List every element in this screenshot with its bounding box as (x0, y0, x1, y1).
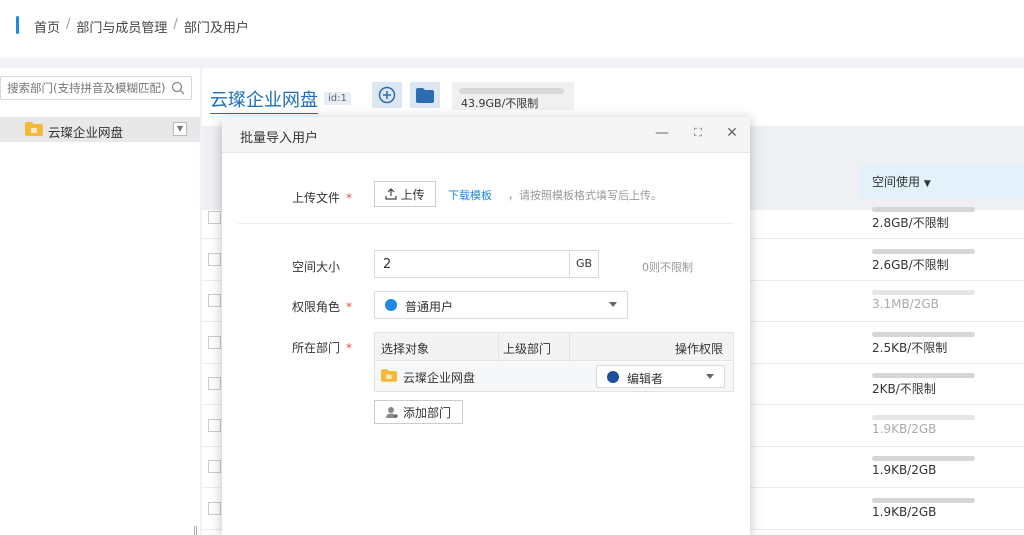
plus-circle-icon (378, 86, 396, 104)
column-header-space-usage[interactable]: 空间使用 ▼ (860, 164, 1024, 198)
row-checkbox[interactable] (208, 335, 221, 349)
usage-text: 3.1MB/2GB (872, 297, 939, 311)
breadcrumb-current: 部门及用户 (183, 21, 249, 36)
department-search[interactable] (0, 76, 192, 100)
row-checkbox[interactable] (208, 211, 221, 224)
close-icon[interactable]: ✕ (722, 123, 742, 143)
sort-caret-icon: ▼ (923, 179, 931, 189)
upload-icon (385, 188, 398, 200)
breadcrumb-separator: / (66, 17, 71, 32)
role-select-value: 普通用户 (405, 300, 454, 314)
upload-button-label: 上传 (400, 187, 425, 202)
usage-bar (872, 414, 975, 420)
usage-text: 1.9KB/2GB (872, 504, 937, 519)
folder-button[interactable] (410, 82, 440, 108)
usage-text: 2.8GB/不限制 (872, 216, 949, 230)
maximize-icon[interactable]: ⛶ (688, 123, 708, 143)
add-button[interactable] (372, 82, 402, 108)
page-title: 云璨企业网盘 (210, 86, 318, 114)
batch-import-dialog: 批量导入用户 — ⛶ ✕ 上传文件 * 上传 下载模板 ，请按照模板格式填写后上传… (222, 117, 750, 535)
form-divider (238, 223, 734, 224)
permission-select[interactable]: 编辑者 (596, 365, 725, 388)
usage-bar (872, 497, 975, 503)
usage-text: 1.9KB/2GB (872, 421, 937, 436)
usage-bar (872, 248, 975, 254)
col-permission: 操作权限 (675, 342, 724, 356)
breadcrumb-separator: / (173, 17, 178, 32)
row-checkbox[interactable] (208, 294, 221, 307)
usage-bar (872, 290, 975, 295)
space-size-input[interactable]: 2 GB (374, 250, 599, 278)
role-label: 权限角色 * (292, 300, 353, 314)
department-table-header: 选择对象 上级部门 操作权限 (375, 333, 733, 361)
department-search-input[interactable] (1, 77, 169, 99)
breadcrumb-bar: 首页 / 部门与成员管理 / 部门及用户 (0, 0, 1024, 58)
space-size-label: 空间大小 (292, 260, 341, 274)
usage-text: 1.9KB/2GB (872, 463, 937, 477)
breadcrumb-dept-management[interactable]: 部门与成员管理 (76, 17, 167, 36)
panel-resize-handle[interactable] (194, 526, 197, 535)
department-label: 所在部门 * (292, 341, 353, 355)
breadcrumb-marker (16, 16, 19, 34)
col-parent-dept: 上级部门 (503, 342, 552, 356)
dialog-title: 批量导入用户 (240, 131, 319, 146)
usage-bar (872, 207, 975, 212)
folder-icon (381, 369, 397, 382)
role-select[interactable]: 普通用户 (374, 291, 628, 319)
usage-bar (872, 373, 975, 378)
tree-item-root[interactable]: 云璨企业网盘 ▼ (0, 117, 200, 142)
breadcrumb: 首页 / 部门与成员管理 / 部门及用户 (34, 17, 249, 36)
department-tree-panel: 云璨企业网盘 ▼ (0, 68, 200, 535)
upload-label: 上传文件 * (292, 191, 353, 205)
folder-icon (25, 122, 43, 136)
download-template-link[interactable]: 下载模板 (448, 187, 492, 203)
department-table-row: 云璨企业网盘 编辑者 (375, 362, 733, 391)
chevron-down-icon (609, 302, 617, 307)
breadcrumb-home[interactable]: 首页 (34, 17, 60, 36)
column-header-label: 空间使用 (872, 175, 921, 189)
space-size-unit: GB (569, 251, 598, 277)
permission-dot-icon (607, 371, 619, 383)
usage-text: 2.6GB/不限制 (872, 257, 949, 272)
dialog-header: 批量导入用户 — ⛶ ✕ (222, 117, 750, 153)
department-table: 选择对象 上级部门 操作权限 云璨企业网盘 编辑者 (374, 332, 734, 392)
quota-text: 43.9GB/不限制 (461, 97, 539, 110)
role-dot-icon (385, 299, 397, 311)
row-checkbox[interactable] (208, 377, 221, 390)
download-hint: ，请按照模板格式填写后上传。 (508, 189, 662, 202)
add-department-button[interactable]: 添加部门 (374, 400, 463, 424)
space-size-value: 2 (383, 257, 392, 272)
search-icon[interactable] (171, 81, 185, 95)
permission-select-value: 编辑者 (627, 372, 664, 386)
row-checkbox[interactable] (208, 460, 221, 473)
add-department-label: 添加部门 (402, 405, 451, 420)
quota-bar (459, 88, 564, 94)
folder-icon (416, 87, 434, 103)
department-name: 云璨企业网盘 (403, 371, 476, 385)
usage-bar (872, 331, 975, 337)
upload-button[interactable]: 上传 (374, 181, 436, 207)
tree-dropdown-icon[interactable]: ▼ (173, 122, 187, 136)
space-size-hint: 0则不限制 (642, 261, 693, 274)
usage-bar (872, 456, 975, 461)
chevron-down-icon (706, 374, 714, 379)
id-badge: id:1 (324, 92, 351, 105)
add-user-icon (385, 406, 398, 418)
usage-text: 2KB/不限制 (872, 382, 936, 396)
storage-quota: 43.9GB/不限制 (452, 82, 574, 110)
col-select-target: 选择对象 (381, 342, 430, 356)
row-checkbox[interactable] (208, 252, 221, 266)
tree-item-label: 云璨企业网盘 (48, 125, 124, 140)
minimize-icon[interactable]: — (652, 123, 672, 143)
row-checkbox[interactable] (208, 501, 221, 515)
usage-text: 2.5KB/不限制 (872, 340, 948, 355)
row-checkbox[interactable] (208, 418, 221, 432)
